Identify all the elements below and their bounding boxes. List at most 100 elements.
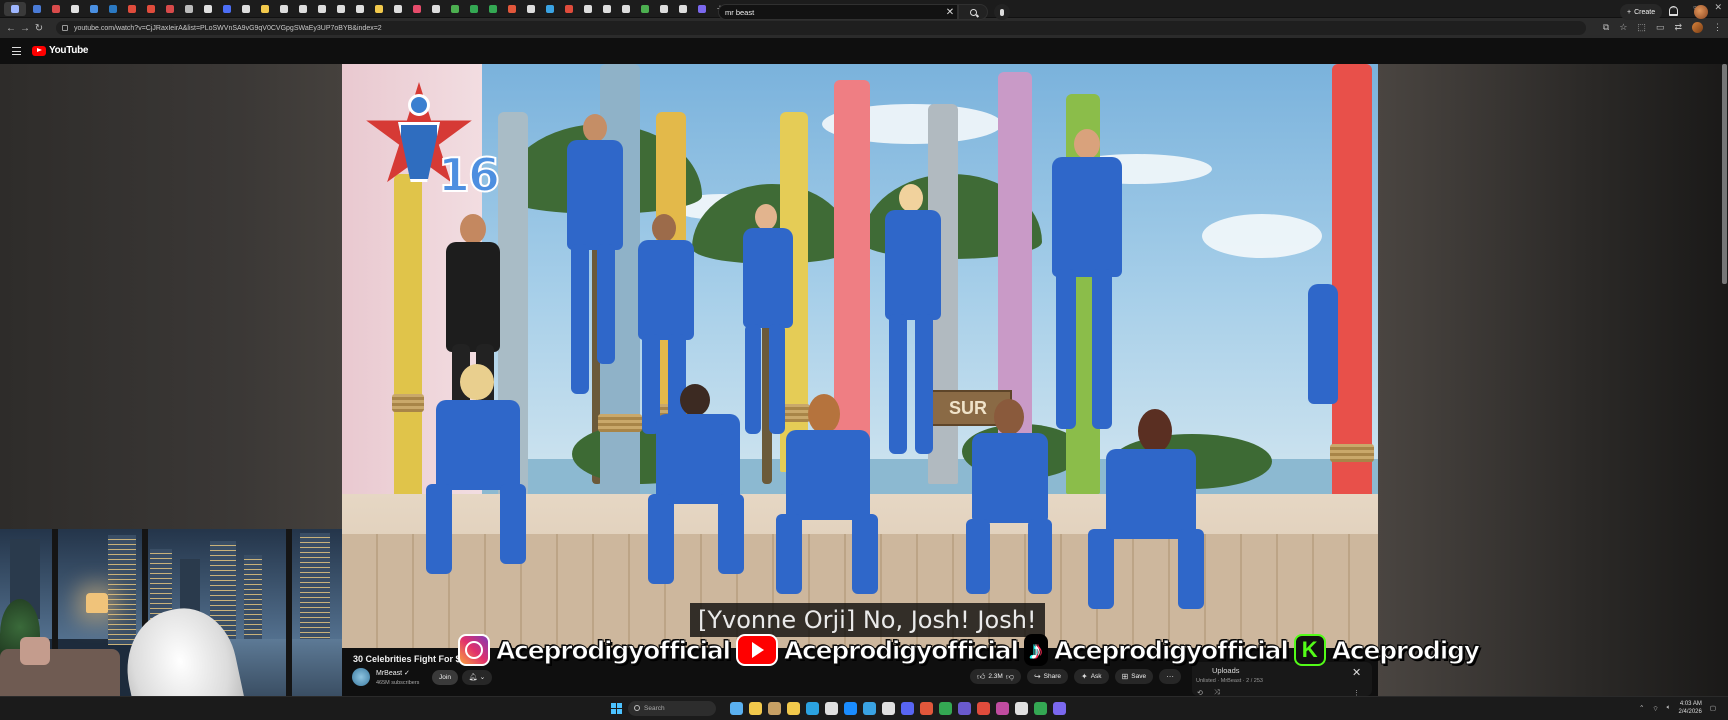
browser-tab[interactable] bbox=[561, 2, 577, 16]
cast-icon[interactable]: ⧉ bbox=[1603, 22, 1609, 33]
browser-tab[interactable] bbox=[371, 2, 387, 16]
taskbar-app-icon[interactable] bbox=[863, 702, 876, 715]
taskbar-search[interactable]: Search bbox=[628, 701, 716, 716]
taskbar-app-icon[interactable] bbox=[825, 702, 838, 715]
ask-button[interactable]: ✦ Ask bbox=[1074, 669, 1109, 684]
taskbar-app-icon[interactable] bbox=[996, 702, 1009, 715]
browser-tab[interactable] bbox=[504, 2, 520, 16]
page-scrollbar-thumb[interactable] bbox=[1722, 64, 1727, 284]
browser-tab[interactable] bbox=[67, 2, 83, 16]
browser-tab[interactable] bbox=[637, 2, 653, 16]
browser-tab[interactable] bbox=[143, 2, 159, 16]
browser-tab[interactable] bbox=[200, 2, 216, 16]
contestant-edge bbox=[1302, 284, 1342, 484]
taskbar-app-icon[interactable] bbox=[787, 702, 800, 715]
chevron-up-icon[interactable]: ⌃ bbox=[1639, 704, 1644, 712]
browser-tab[interactable] bbox=[314, 2, 330, 16]
browser-tab[interactable] bbox=[219, 2, 235, 16]
taskbar-app-icon[interactable] bbox=[844, 702, 857, 715]
share-button[interactable]: ↪ Share bbox=[1026, 669, 1069, 684]
account-avatar[interactable] bbox=[1694, 5, 1708, 19]
browser-tab[interactable] bbox=[523, 2, 539, 16]
browser-tab[interactable] bbox=[29, 2, 45, 16]
save-button[interactable]: ⊞ Save bbox=[1114, 669, 1154, 684]
channel-avatar[interactable] bbox=[352, 668, 370, 686]
voice-search-button[interactable] bbox=[994, 4, 1010, 20]
subscribed-bell-button[interactable]: 🔔︎ ⌄ bbox=[462, 670, 492, 685]
url-omnibox[interactable]: youtube.com/watch?v=CjJRaxIeirA&list=PLo… bbox=[56, 21, 1586, 35]
notifications-bell-icon[interactable] bbox=[1669, 6, 1678, 16]
volume-icon[interactable]: 🔈︎ bbox=[1667, 704, 1671, 712]
reload-icon[interactable]: ↻ bbox=[32, 23, 46, 34]
browser-tab[interactable] bbox=[409, 2, 425, 16]
network-icon[interactable]: ⌔ bbox=[1652, 704, 1658, 713]
browser-tab[interactable] bbox=[485, 2, 501, 16]
browser-tab[interactable] bbox=[238, 2, 254, 16]
notification-icon[interactable]: ▢ bbox=[1710, 704, 1716, 712]
browser-tab[interactable] bbox=[466, 2, 482, 16]
taskbar-app-icon[interactable] bbox=[901, 702, 914, 715]
browser-tab[interactable] bbox=[257, 2, 273, 16]
hamburger-menu-icon[interactable] bbox=[12, 47, 21, 55]
close-window-button[interactable]: ✕ bbox=[1714, 2, 1722, 13]
playlist-title[interactable]: Uploads bbox=[1212, 666, 1240, 675]
browser-tab[interactable] bbox=[428, 2, 444, 16]
taskbar-app-icon[interactable] bbox=[920, 702, 933, 715]
system-clock[interactable]: 4:03 AM 2/4/2026 bbox=[1678, 700, 1701, 716]
browser-tab[interactable] bbox=[124, 2, 140, 16]
translate-icon[interactable]: ⇄ bbox=[1674, 22, 1682, 33]
like-button[interactable]: 👍︎ 2.3M 👎︎ bbox=[970, 669, 1021, 684]
browser-tab[interactable] bbox=[295, 2, 311, 16]
browser-tab[interactable] bbox=[675, 2, 691, 16]
browser-tab[interactable] bbox=[105, 2, 121, 16]
browser-tab[interactable] bbox=[333, 2, 349, 16]
taskbar-app-icon[interactable] bbox=[730, 702, 743, 715]
browser-tab[interactable] bbox=[447, 2, 463, 16]
windows-start-icon[interactable] bbox=[611, 703, 622, 714]
browser-tab[interactable] bbox=[694, 2, 710, 16]
sidebar-icon[interactable]: ▭ bbox=[1656, 22, 1665, 33]
forward-icon[interactable]: → bbox=[18, 23, 32, 34]
extensions-icon[interactable]: ⬚ bbox=[1637, 22, 1646, 33]
taskbar-app-icon[interactable] bbox=[1015, 702, 1028, 715]
back-icon[interactable]: ← bbox=[4, 23, 18, 34]
browser-tab[interactable] bbox=[162, 2, 178, 16]
create-button[interactable]: + Create bbox=[1620, 4, 1663, 20]
video-player[interactable]: SUR 16 bbox=[342, 64, 1378, 648]
browser-tab[interactable] bbox=[181, 2, 197, 16]
browser-tab[interactable] bbox=[599, 2, 615, 16]
browser-tab[interactable] bbox=[4, 1, 26, 16]
browser-tab[interactable] bbox=[542, 2, 558, 16]
tab-favicon-icon bbox=[584, 4, 592, 13]
browser-menu-icon[interactable]: ⋮ bbox=[1713, 22, 1722, 33]
browser-profile-avatar[interactable] bbox=[1692, 22, 1703, 33]
browser-tab[interactable] bbox=[618, 2, 634, 16]
taskbar-app-icon[interactable] bbox=[1053, 702, 1066, 715]
taskbar-app-icon[interactable] bbox=[939, 702, 952, 715]
taskbar-app-icon[interactable] bbox=[882, 702, 895, 715]
taskbar-app-icon[interactable] bbox=[768, 702, 781, 715]
channel-name[interactable]: MrBeast ✓ bbox=[376, 669, 410, 677]
bookmark-star-icon[interactable]: ☆ bbox=[1619, 22, 1627, 33]
join-button[interactable]: Join bbox=[432, 670, 458, 685]
browser-tab[interactable] bbox=[48, 2, 64, 16]
browser-tab[interactable] bbox=[276, 2, 292, 16]
youtube-logo[interactable]: YouTube bbox=[32, 45, 89, 56]
browser-tab[interactable] bbox=[390, 2, 406, 16]
search-button[interactable] bbox=[958, 4, 988, 20]
taskbar-app-icon[interactable] bbox=[958, 702, 971, 715]
browser-tab[interactable] bbox=[352, 2, 368, 16]
browser-tab[interactable] bbox=[656, 2, 672, 16]
taskbar-app-icon[interactable] bbox=[806, 702, 819, 715]
taskbar-app-icon[interactable] bbox=[977, 702, 990, 715]
taskbar-app-icon[interactable] bbox=[749, 702, 762, 715]
clear-search-icon[interactable]: ✕ bbox=[943, 7, 957, 18]
browser-tab[interactable] bbox=[86, 2, 102, 16]
more-actions-button[interactable]: ··· bbox=[1159, 669, 1182, 684]
playlist-close-icon[interactable]: ✕ bbox=[1352, 666, 1361, 679]
taskbar-app-icon[interactable] bbox=[1034, 702, 1047, 715]
thumbs-down-icon[interactable]: 👎︎ bbox=[1006, 672, 1014, 682]
search-input[interactable]: mr beast ✕ bbox=[718, 4, 958, 20]
browser-tab[interactable] bbox=[580, 2, 596, 16]
site-info-icon[interactable] bbox=[62, 25, 68, 31]
